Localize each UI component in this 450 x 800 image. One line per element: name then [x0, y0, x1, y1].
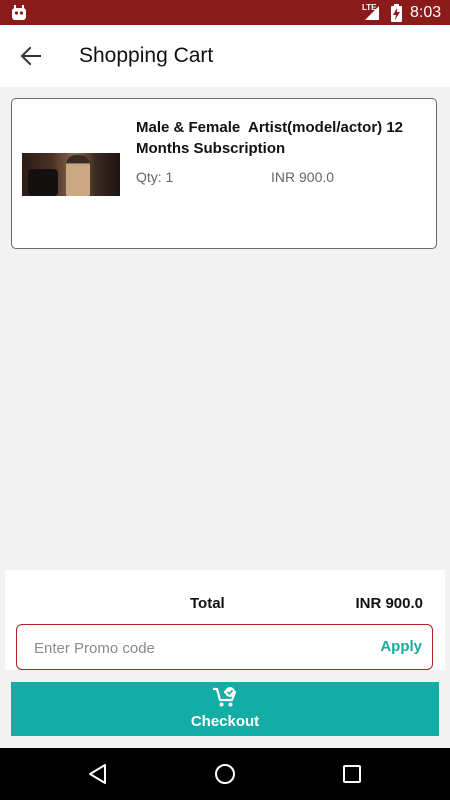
recents-square-icon[interactable] — [341, 763, 363, 785]
home-circle-icon[interactable] — [214, 763, 236, 785]
apply-promo-button[interactable]: Apply — [380, 638, 422, 655]
checkout-button[interactable]: Checkout — [11, 682, 439, 736]
status-time: 8:03 — [410, 4, 442, 21]
cart-check-icon — [213, 687, 237, 707]
app-notification-icon — [12, 5, 26, 20]
battery-charging-icon — [391, 4, 402, 22]
promo-code-box: Apply — [16, 624, 433, 671]
product-thumbnail — [22, 153, 120, 196]
total-label: Total — [190, 595, 225, 612]
back-triangle-icon[interactable] — [87, 763, 109, 785]
cart-item-card[interactable]: Male & Female Artist(model/actor) 12 Mon… — [11, 98, 437, 249]
network-type: LTE — [362, 3, 377, 12]
app-bar: Shopping Cart — [0, 25, 450, 87]
status-bar: LTE 8:03 — [0, 0, 450, 25]
product-name: Male & Female Artist(model/actor) 12 Mon… — [136, 119, 408, 157]
product-quantity: Qty: 1 — [136, 169, 174, 185]
product-price: INR 900.0 — [271, 169, 335, 185]
checkout-label: Checkout — [190, 713, 260, 730]
total-value: INR 900.0 — [355, 595, 423, 612]
arrow-left-icon[interactable] — [20, 45, 42, 67]
order-summary-panel: Total INR 900.0 Apply — [5, 570, 445, 671]
page-title: Shopping Cart — [79, 44, 214, 67]
promo-code-input[interactable] — [32, 625, 366, 671]
system-nav-bar — [0, 748, 450, 800]
